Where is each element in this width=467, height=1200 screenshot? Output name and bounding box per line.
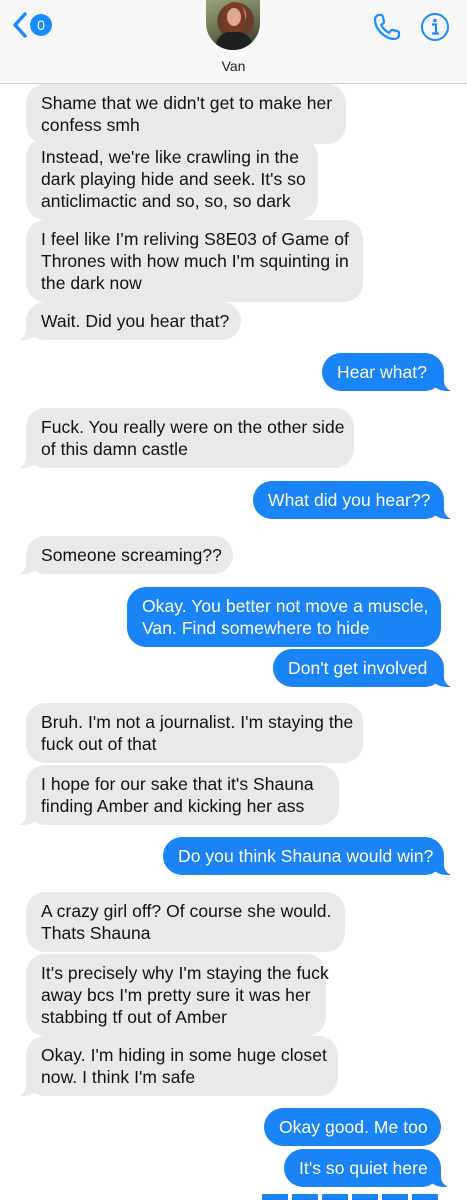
- message-text-line: Wait. Did you hear that?: [41, 311, 230, 331]
- incoming-message-bubble[interactable]: Someone screaming??: [16, 536, 233, 574]
- message-text-line: What did you hear??: [268, 490, 431, 510]
- conversation-header: 0 Van: [0, 0, 467, 84]
- incoming-message-bubble[interactable]: A crazy girl off? Of course she would. Th…: [26, 892, 345, 952]
- message-text-line: of this damn castle: [41, 439, 188, 459]
- message-text-line: It's precisely why I'm staying the fuck: [41, 963, 329, 983]
- outgoing-message-bubble[interactable]: Okay. You better not move a muscle, Van. …: [127, 587, 441, 647]
- message-text-line: Fuck. You really were on the other side: [41, 417, 345, 437]
- message-text-line: A crazy girl off? Of course she would.: [41, 901, 332, 921]
- message-text-line: Hear what?: [337, 362, 427, 382]
- message-text-line: away bcs I'm pretty sure it was her: [41, 985, 311, 1005]
- message-text-line: Don't get involved: [288, 658, 428, 678]
- next-message-edge: [262, 1194, 442, 1200]
- message-text-line: Van. Find somewhere to hide: [142, 618, 370, 638]
- incoming-message-bubble[interactable]: Instead, we're like crawling in the dark …: [26, 138, 318, 220]
- message-text-line: stabbing tf out of Amber: [41, 1007, 228, 1027]
- info-icon: [421, 13, 449, 41]
- message-text-line: anticlimactic and so, so, so dark: [41, 191, 291, 211]
- message-text-line: It's so quiet here: [299, 1158, 428, 1178]
- incoming-message-bubble[interactable]: Okay. I'm hiding in some huge closet now.…: [16, 1036, 338, 1096]
- message-text-line: Do you think Shauna would win?: [178, 846, 434, 866]
- message-text-line: Shame that we didn't get to make her: [41, 93, 333, 113]
- message-text-line: Someone screaming??: [41, 545, 222, 565]
- message-text-line: I feel like I'm reliving S8E03 of Game o…: [41, 229, 349, 249]
- incoming-message-bubble[interactable]: I feel like I'm reliving S8E03 of Game o…: [26, 220, 363, 302]
- message-text-line: I hope for our sake that it's Shauna: [41, 774, 314, 794]
- message-text-line: Okay. I'm hiding in some huge closet: [41, 1045, 327, 1065]
- contact-avatar[interactable]: [206, 0, 260, 50]
- avatar-shirt: [216, 32, 252, 50]
- incoming-message-bubble[interactable]: Wait. Did you hear that?: [16, 302, 241, 340]
- back-button[interactable]: 0: [12, 10, 52, 40]
- unread-count-badge: 0: [30, 14, 52, 36]
- message-text-line: Thats Shauna: [41, 923, 151, 943]
- incoming-message-bubble[interactable]: Shame that we didn't get to make her conf…: [26, 84, 346, 144]
- message-text-line: Okay good. Me too: [279, 1117, 428, 1137]
- message-text-line: Thrones with how much I'm squinting in: [41, 251, 349, 271]
- outgoing-message-bubble[interactable]: It's so quiet here: [284, 1149, 451, 1187]
- message-text-line: dark playing hide and seek. It's so: [41, 169, 306, 189]
- outgoing-message-bubble[interactable]: Hear what?: [322, 353, 454, 391]
- contact-name[interactable]: Van: [0, 58, 467, 74]
- avatar-face: [227, 8, 241, 26]
- message-text-line: fuck out of that: [41, 734, 157, 754]
- incoming-message-bubble[interactable]: I hope for our sake that it's Shauna find…: [16, 765, 339, 825]
- message-text-line: Bruh. I'm not a journalist. I'm staying …: [41, 712, 354, 732]
- chevron-left-icon: [13, 12, 27, 38]
- outgoing-message-bubble[interactable]: Do you think Shauna would win?: [163, 837, 454, 875]
- incoming-message-bubble[interactable]: It's precisely why I'm staying the fuck a…: [26, 954, 329, 1036]
- outgoing-message-bubble[interactable]: Don't get involved: [273, 649, 454, 687]
- info-button[interactable]: [420, 12, 450, 47]
- message-text-line: finding Amber and kicking her ass: [41, 796, 305, 816]
- message-text-line: the dark now: [41, 273, 142, 293]
- message-text-line: Okay. You better not move a muscle,: [142, 596, 429, 616]
- phone-icon: [373, 13, 401, 41]
- incoming-message-bubble[interactable]: Bruh. I'm not a journalist. I'm staying …: [26, 703, 363, 763]
- message-text-line: confess smh: [41, 115, 140, 135]
- message-text-line: Instead, we're like crawling in the: [41, 147, 299, 167]
- phone-call-button[interactable]: [372, 12, 402, 47]
- outgoing-message-bubble[interactable]: What did you hear??: [253, 481, 454, 519]
- incoming-message-bubble[interactable]: Fuck. You really were on the other side o…: [16, 408, 354, 468]
- message-text-line: now. I think I'm safe: [41, 1067, 196, 1087]
- outgoing-message-bubble[interactable]: Okay good. Me too: [264, 1108, 441, 1146]
